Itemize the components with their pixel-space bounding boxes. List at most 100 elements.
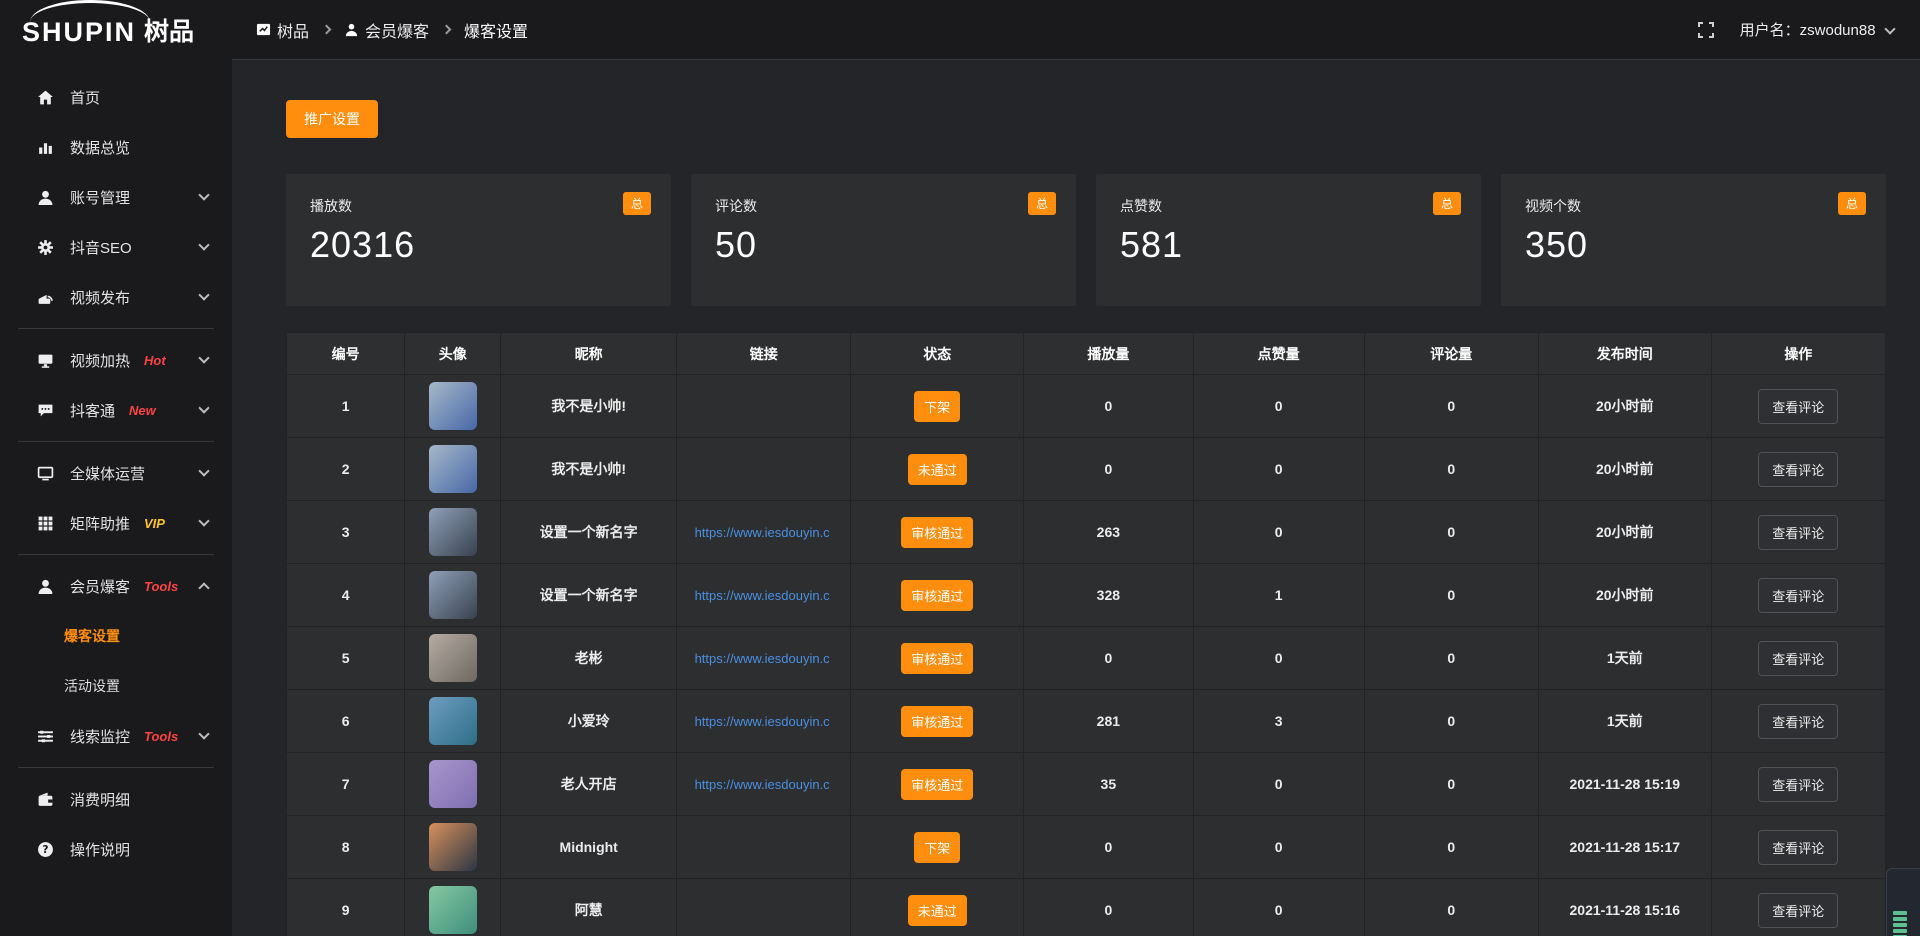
logo[interactable]: SHUPIN 树品 [0, 0, 232, 60]
logo-text-cn: 树品 [144, 12, 194, 48]
promotion-settings-button[interactable]: 推广设置 [286, 100, 378, 138]
view-comments-button[interactable]: 查看评论 [1758, 893, 1838, 928]
view-comments-button[interactable]: 查看评论 [1758, 452, 1838, 487]
avatar [429, 571, 477, 619]
chevron-right-icon [322, 25, 332, 35]
sidebar-item-lead-monitoring[interactable]: 线索监控 Tools [0, 711, 232, 761]
col-header-link: 链接 [677, 333, 851, 375]
total-badge[interactable]: 总 [1433, 192, 1461, 215]
member-icon [36, 577, 54, 595]
customer-service-widget[interactable] [1886, 868, 1920, 936]
video-link[interactable]: https://www.iesdouyin.c [677, 588, 847, 603]
avatar [429, 886, 477, 934]
chevron-down-icon [198, 728, 209, 739]
sidebar-item-data-overview[interactable]: 数据总览 [0, 122, 232, 172]
view-comments-button[interactable]: 查看评论 [1758, 641, 1838, 676]
avatar [429, 823, 477, 871]
view-comments-button[interactable]: 查看评论 [1758, 704, 1838, 739]
tools-tag: Tools [144, 579, 178, 594]
tools-tag: Tools [144, 729, 178, 744]
person-icon [344, 22, 359, 37]
col-header-comments: 评论量 [1364, 333, 1538, 375]
chevron-down-icon [198, 352, 209, 363]
col-header-id: 编号 [287, 333, 405, 375]
table-header-row: 编号 头像 昵称 链接 状态 播放量 点赞量 评论量 发布时间 操作 [287, 333, 1886, 375]
nickname-cell: 老彬 [501, 627, 677, 690]
sidebar-item-home[interactable]: 首页 [0, 72, 232, 122]
sidebar-item-matrix-boost[interactable]: 矩阵助推 VIP [0, 498, 232, 548]
col-header-likes: 点赞量 [1193, 333, 1364, 375]
sidebar-item-consumption-details[interactable]: 消费明细 [0, 774, 232, 824]
video-link[interactable]: https://www.iesdouyin.c [677, 714, 847, 729]
sidebar-item-member-baoke[interactable]: 会员爆客 Tools [0, 561, 232, 611]
user-menu[interactable]: 用户名：zswodun88 [1740, 19, 1894, 40]
logo-arc [30, 0, 150, 22]
sidebar-item-douketong[interactable]: 抖客通 New [0, 385, 232, 435]
status-badge[interactable]: 未通过 [908, 895, 967, 926]
sidebar-item-video-publish[interactable]: 视频发布 [0, 272, 232, 322]
status-badge[interactable]: 审核通过 [901, 706, 973, 737]
table-row: 7 老人开店 https://www.iesdouyin.c 审核通过 35 0… [287, 753, 1886, 816]
view-comments-button[interactable]: 查看评论 [1758, 578, 1838, 613]
col-header-plays: 播放量 [1024, 333, 1193, 375]
new-tag: New [129, 403, 156, 418]
stat-card-plays: 播放数 总 20316 [286, 174, 671, 306]
sidebar-divider [18, 328, 214, 329]
chevron-down-icon [198, 515, 209, 526]
status-badge[interactable]: 审核通过 [901, 769, 973, 800]
sidebar-item-video-heating[interactable]: 视频加热 Hot [0, 335, 232, 385]
sidebar-item-operation-guide[interactable]: ? 操作说明 [0, 824, 232, 874]
view-comments-button[interactable]: 查看评论 [1758, 767, 1838, 802]
hot-tag: Hot [144, 353, 166, 368]
sidebar-divider [18, 554, 214, 555]
video-link[interactable]: https://www.iesdouyin.c [677, 651, 847, 666]
chevron-down-icon [198, 465, 209, 476]
status-badge[interactable]: 下架 [914, 832, 960, 863]
stat-card-comments: 评论数 总 50 [691, 174, 1076, 306]
col-header-status: 状态 [851, 333, 1024, 375]
help-icon: ? [36, 840, 54, 858]
avatar [429, 445, 477, 493]
gear-icon [36, 238, 54, 256]
avatar [429, 760, 477, 808]
view-comments-button[interactable]: 查看评论 [1758, 830, 1838, 865]
total-badge[interactable]: 总 [623, 192, 651, 215]
sidebar-item-douyin-seo[interactable]: 抖音SEO [0, 222, 232, 272]
nickname-cell: 设置一个新名字 [501, 501, 677, 564]
screen-icon [36, 351, 54, 369]
view-comments-button[interactable]: 查看评论 [1758, 389, 1838, 424]
video-link[interactable]: https://www.iesdouyin.c [677, 525, 847, 540]
video-link[interactable]: https://www.iesdouyin.c [677, 777, 847, 792]
stat-value: 50 [715, 224, 1052, 266]
table-row: 3 设置一个新名字 https://www.iesdouyin.c 审核通过 2… [287, 501, 1886, 564]
avatar [429, 382, 477, 430]
stat-value: 350 [1525, 224, 1862, 266]
fullscreen-icon[interactable] [1698, 22, 1714, 38]
video-table: 编号 头像 昵称 链接 状态 播放量 点赞量 评论量 发布时间 操作 1 我不是… [286, 332, 1886, 936]
table-row: 5 老彬 https://www.iesdouyin.c 审核通过 0 0 0 … [287, 627, 1886, 690]
breadcrumb-item-member[interactable]: 会员爆客 [344, 18, 429, 42]
view-comments-button[interactable]: 查看评论 [1758, 515, 1838, 550]
stat-value: 20316 [310, 224, 647, 266]
chevron-down-icon [1884, 23, 1895, 34]
status-badge[interactable]: 审核通过 [901, 580, 973, 611]
col-header-nickname: 昵称 [501, 333, 677, 375]
breadcrumb-item-home[interactable]: 树品 [256, 18, 309, 42]
sidebar-subitem-baoke-settings[interactable]: 爆客设置 [0, 611, 232, 661]
status-badge[interactable]: 下架 [914, 391, 960, 422]
home-icon [36, 88, 54, 106]
total-badge[interactable]: 总 [1838, 192, 1866, 215]
sidebar-divider [18, 767, 214, 768]
status-badge[interactable]: 审核通过 [901, 643, 973, 674]
sidebar-item-all-media[interactable]: 全媒体运营 [0, 448, 232, 498]
sidebar-item-account-management[interactable]: 账号管理 [0, 172, 232, 222]
nickname-cell: 老人开店 [501, 753, 677, 816]
breadcrumb-item-current: 爆客设置 [464, 18, 528, 42]
nickname-cell: 我不是小帅! [501, 375, 677, 438]
grid-icon [36, 514, 54, 532]
status-badge[interactable]: 未通过 [908, 454, 967, 485]
status-badge[interactable]: 审核通过 [901, 517, 973, 548]
total-badge[interactable]: 总 [1028, 192, 1056, 215]
video-icon [36, 288, 54, 306]
sidebar-subitem-activity-settings[interactable]: 活动设置 [0, 661, 232, 711]
